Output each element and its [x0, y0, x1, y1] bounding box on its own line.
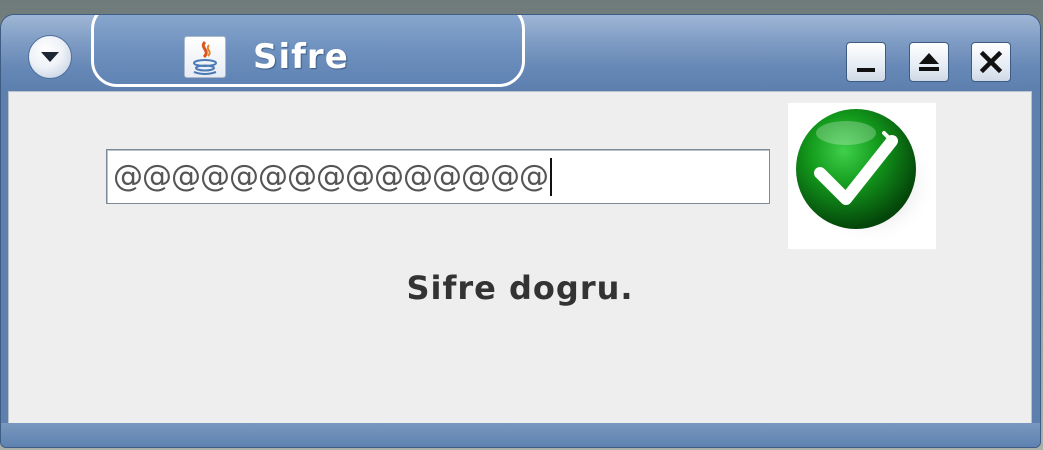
minimize-icon: [857, 68, 875, 72]
window-menu-button[interactable]: [28, 35, 72, 79]
status-message: Sifre dogru.: [406, 269, 634, 307]
maximize-icon: [919, 53, 939, 71]
content-panel: @@@@@@@@@@@@@@@ Sifre dogru.: [8, 91, 1032, 426]
chevron-down-icon: [41, 52, 59, 62]
window-bottom-border: [1, 423, 1040, 447]
title-bar[interactable]: Sifre: [1, 15, 1040, 91]
password-field[interactable]: @@@@@@@@@@@@@@@: [106, 149, 770, 204]
minimize-button[interactable]: [846, 42, 886, 82]
close-icon: [979, 50, 1003, 74]
dialog-window: Sifre @@@@@@@@@@@@@@@ Sifre dogru.: [0, 14, 1041, 448]
checkmark-icon: [788, 103, 936, 249]
maximize-button[interactable]: [909, 42, 949, 82]
window-title: Sifre: [253, 37, 349, 77]
close-button[interactable]: [971, 42, 1011, 82]
password-value: @@@@@@@@@@@@@@@: [113, 159, 549, 194]
text-caret: [550, 157, 552, 196]
java-icon: [184, 36, 226, 78]
